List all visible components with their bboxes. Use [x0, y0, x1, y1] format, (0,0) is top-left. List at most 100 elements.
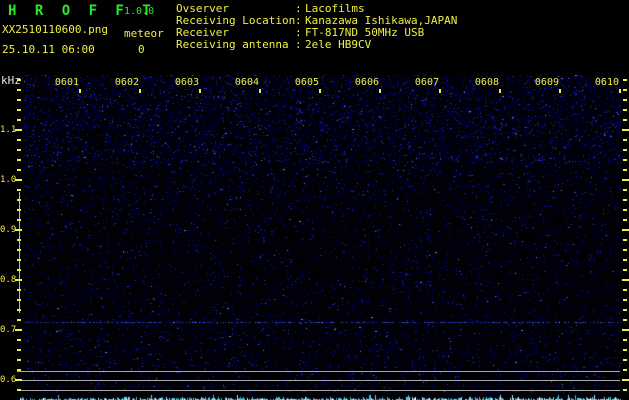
tick-mark [15, 279, 22, 281]
tick-mark [623, 389, 627, 391]
tick-mark [623, 189, 627, 191]
tick-mark [17, 349, 21, 351]
tick-mark [622, 229, 629, 231]
tick-mark [15, 179, 22, 181]
tick-mark [15, 229, 22, 231]
tick-mark [622, 379, 629, 381]
tick-mark [17, 239, 21, 241]
tick-mark [623, 209, 627, 211]
tick-mark [17, 209, 21, 211]
time-label: 0605 [294, 77, 319, 88]
tick-mark [623, 109, 627, 111]
info-value: 2ele HB9CV [305, 38, 372, 51]
tick-mark [623, 119, 627, 121]
tick-mark [17, 369, 21, 371]
tick-mark [623, 149, 627, 151]
tick-mark [623, 269, 627, 271]
tick-mark [139, 89, 141, 93]
tick-mark [379, 89, 381, 93]
tick-mark [17, 259, 21, 261]
time-label: 0602 [114, 77, 139, 88]
tick-mark [499, 89, 501, 93]
info-row: Receiving antenna:2ele HB9CV [176, 39, 457, 51]
freq-label: 0.6 [0, 375, 17, 385]
tick-mark [623, 169, 627, 171]
tick-mark [79, 89, 81, 93]
echo-count: 0 [138, 43, 145, 56]
time-label: 0607 [414, 77, 439, 88]
tick-mark [623, 309, 627, 311]
info-separator: : [295, 38, 302, 51]
tick-mark [17, 309, 21, 311]
tick-mark [623, 369, 627, 371]
tick-mark [623, 319, 627, 321]
tick-mark [623, 199, 627, 201]
mode-label: meteor [124, 27, 164, 40]
tick-mark [199, 89, 201, 93]
tick-mark [559, 89, 561, 93]
tick-mark [17, 99, 21, 101]
tick-mark [259, 89, 261, 93]
tick-mark [17, 359, 21, 361]
tick-mark [17, 199, 21, 201]
tick-mark [17, 319, 21, 321]
tick-mark [15, 129, 22, 131]
tick-mark [17, 119, 21, 121]
tick-mark [17, 159, 21, 161]
tick-mark [17, 339, 21, 341]
tick-mark [623, 239, 627, 241]
tick-mark [622, 279, 629, 281]
tick-mark [622, 129, 629, 131]
output-filename: XX2510110600.png [2, 23, 108, 36]
info-label: Receiving antenna [176, 38, 289, 51]
tick-mark [623, 259, 627, 261]
datetime-label: 25.10.11 06:00 [2, 43, 95, 56]
tick-mark [623, 139, 627, 141]
tick-mark [17, 109, 21, 111]
tick-mark [15, 329, 22, 331]
freq-label: 1.1 [0, 125, 17, 135]
time-label: 0609 [534, 77, 559, 88]
app-version: 1.0.0 [124, 6, 155, 17]
tick-mark [623, 89, 627, 91]
reference-line [17, 380, 620, 381]
tick-mark [17, 89, 21, 91]
tick-mark [619, 89, 621, 93]
time-label: 0604 [234, 77, 259, 88]
freq-label: 1.0 [0, 175, 17, 185]
tick-mark [439, 89, 441, 93]
tick-mark [17, 249, 21, 251]
time-label: 0610 [594, 77, 619, 88]
tick-mark [623, 249, 627, 251]
tick-mark [17, 79, 21, 81]
tick-mark [623, 159, 627, 161]
tick-mark [17, 299, 21, 301]
station-info: Ovserver: Lacofilms Receiving Location: Ka… [176, 3, 457, 51]
freq-label: 0.9 [0, 225, 17, 235]
tick-mark [17, 149, 21, 151]
tick-mark [17, 389, 21, 391]
hrofft-window: H R O F F T 1.0.0 XX2510110600.png meteo… [0, 0, 629, 400]
tick-mark [623, 349, 627, 351]
freq-label: 0.8 [0, 275, 17, 285]
tick-mark [17, 219, 21, 221]
time-label: 0606 [354, 77, 379, 88]
tick-mark [319, 89, 321, 93]
tick-mark [622, 329, 629, 331]
reference-line [17, 390, 620, 391]
tick-mark [623, 359, 627, 361]
time-label: 0603 [174, 77, 199, 88]
tick-mark [17, 169, 21, 171]
time-label: 0608 [474, 77, 499, 88]
tick-mark [17, 139, 21, 141]
freq-label: 0.7 [0, 325, 17, 335]
tick-mark [622, 179, 629, 181]
reference-line [17, 371, 620, 372]
tick-mark [17, 269, 21, 271]
tick-mark [623, 99, 627, 101]
time-label: 0601 [54, 77, 79, 88]
tick-mark [623, 339, 627, 341]
tick-mark [623, 219, 627, 221]
tick-mark [17, 189, 21, 191]
spectrogram-canvas [20, 75, 621, 400]
